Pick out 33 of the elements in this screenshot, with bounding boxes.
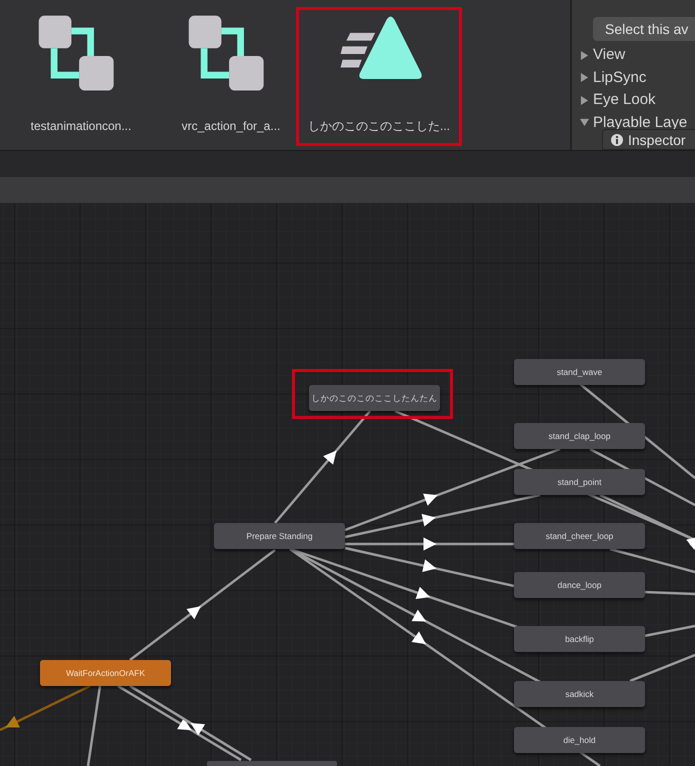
asset-label[interactable]: しかのこのこのここした... [308, 117, 450, 135]
expand-arrow-icon[interactable] [580, 96, 589, 104]
asset-label[interactable]: vrc_action_for_a... [182, 117, 280, 135]
state-node[interactable]: stand_wave [514, 359, 645, 385]
transition-arrow[interactable] [274, 410, 371, 524]
asset-label[interactable]: testanimationcon... [30, 117, 132, 135]
foldout-label[interactable]: LipSync [593, 70, 646, 86]
state-node[interactable]: sadkick [514, 681, 645, 707]
select-avatar-button[interactable]: Select this av [593, 17, 695, 41]
expand-arrow-icon[interactable] [580, 50, 589, 60]
foldout-label[interactable]: Playable Laye [593, 114, 688, 130]
foldout-label[interactable]: View [593, 47, 626, 63]
transition-arrow[interactable] [344, 546, 514, 588]
transition-arrow[interactable] [289, 548, 601, 766]
state-node[interactable]: stand_clap_loop [514, 423, 645, 449]
state-node[interactable]: stand_cheer_loop [514, 523, 645, 549]
state-node[interactable]: Prepare Standing [214, 523, 345, 549]
foldout-label[interactable]: Eye Look [593, 92, 656, 108]
transition-arrow[interactable] [344, 494, 540, 538]
state-node[interactable]: die_hold [514, 727, 645, 753]
inspector-tab[interactable]: Inspector [602, 129, 695, 150]
expand-arrow-icon[interactable] [580, 73, 589, 82]
info-icon [611, 134, 623, 146]
transition-arrow[interactable] [686, 536, 695, 550]
state-node[interactable]: しかのこのこのここしたんたん [309, 385, 440, 411]
state-node[interactable]: backflip [514, 626, 645, 652]
transition-pair-drawing[interactable] [117, 684, 252, 762]
transition-arrow[interactable] [129, 549, 276, 661]
state-node[interactable]: stand_point [514, 469, 645, 495]
state-node[interactable]: dance_loop [514, 572, 645, 598]
collapse-arrow-icon[interactable] [580, 118, 589, 127]
asset-tile[interactable]: testanimationcon... [6, 7, 156, 146]
transition-arrow[interactable] [345, 538, 514, 550]
